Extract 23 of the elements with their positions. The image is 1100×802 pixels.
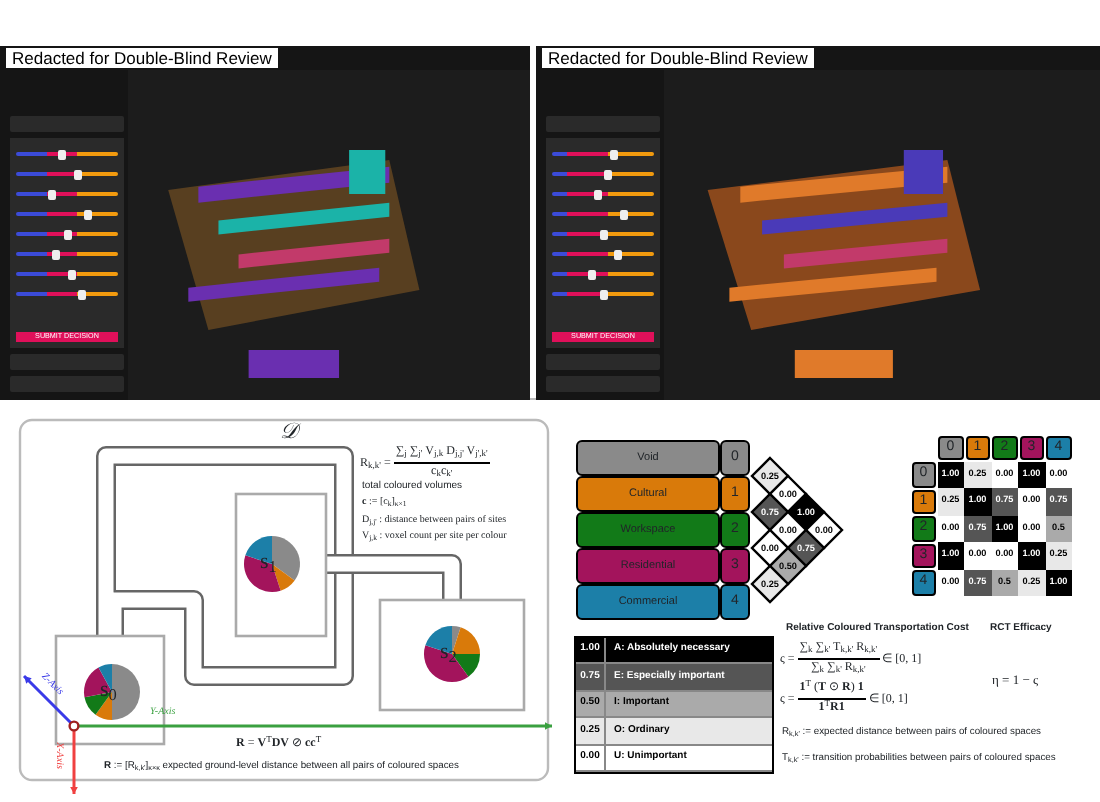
slider-thumb[interactable]	[609, 149, 618, 159]
slider-thumb[interactable]	[599, 229, 607, 239]
slider-thumb[interactable]	[57, 149, 66, 159]
caption-label: Redacted for Double-Blind Review	[542, 48, 814, 68]
slider-thumb[interactable]	[52, 249, 61, 259]
pie-drawing	[424, 626, 480, 682]
slider-thumb[interactable]	[63, 229, 71, 239]
slider-thumb[interactable]	[599, 289, 607, 299]
pie-drawing	[84, 664, 140, 720]
pie-drawing	[244, 536, 300, 592]
slider-thumb[interactable]	[68, 269, 77, 279]
slider-thumb[interactable]	[83, 209, 92, 219]
slider-thumb[interactable]	[619, 209, 628, 219]
slider-thumb[interactable]	[593, 189, 602, 199]
slider-thumb[interactable]	[588, 269, 597, 279]
slider-thumb[interactable]	[47, 189, 56, 199]
caption-label: Redacted for Double-Blind Review	[6, 48, 278, 68]
slider-thumb[interactable]	[78, 289, 87, 299]
slider-thumb[interactable]	[73, 169, 82, 179]
slider-thumb[interactable]	[614, 249, 623, 259]
slider-thumb[interactable]	[604, 169, 613, 179]
domain-label: 𝒟	[280, 420, 298, 444]
origin-marker	[68, 720, 80, 732]
